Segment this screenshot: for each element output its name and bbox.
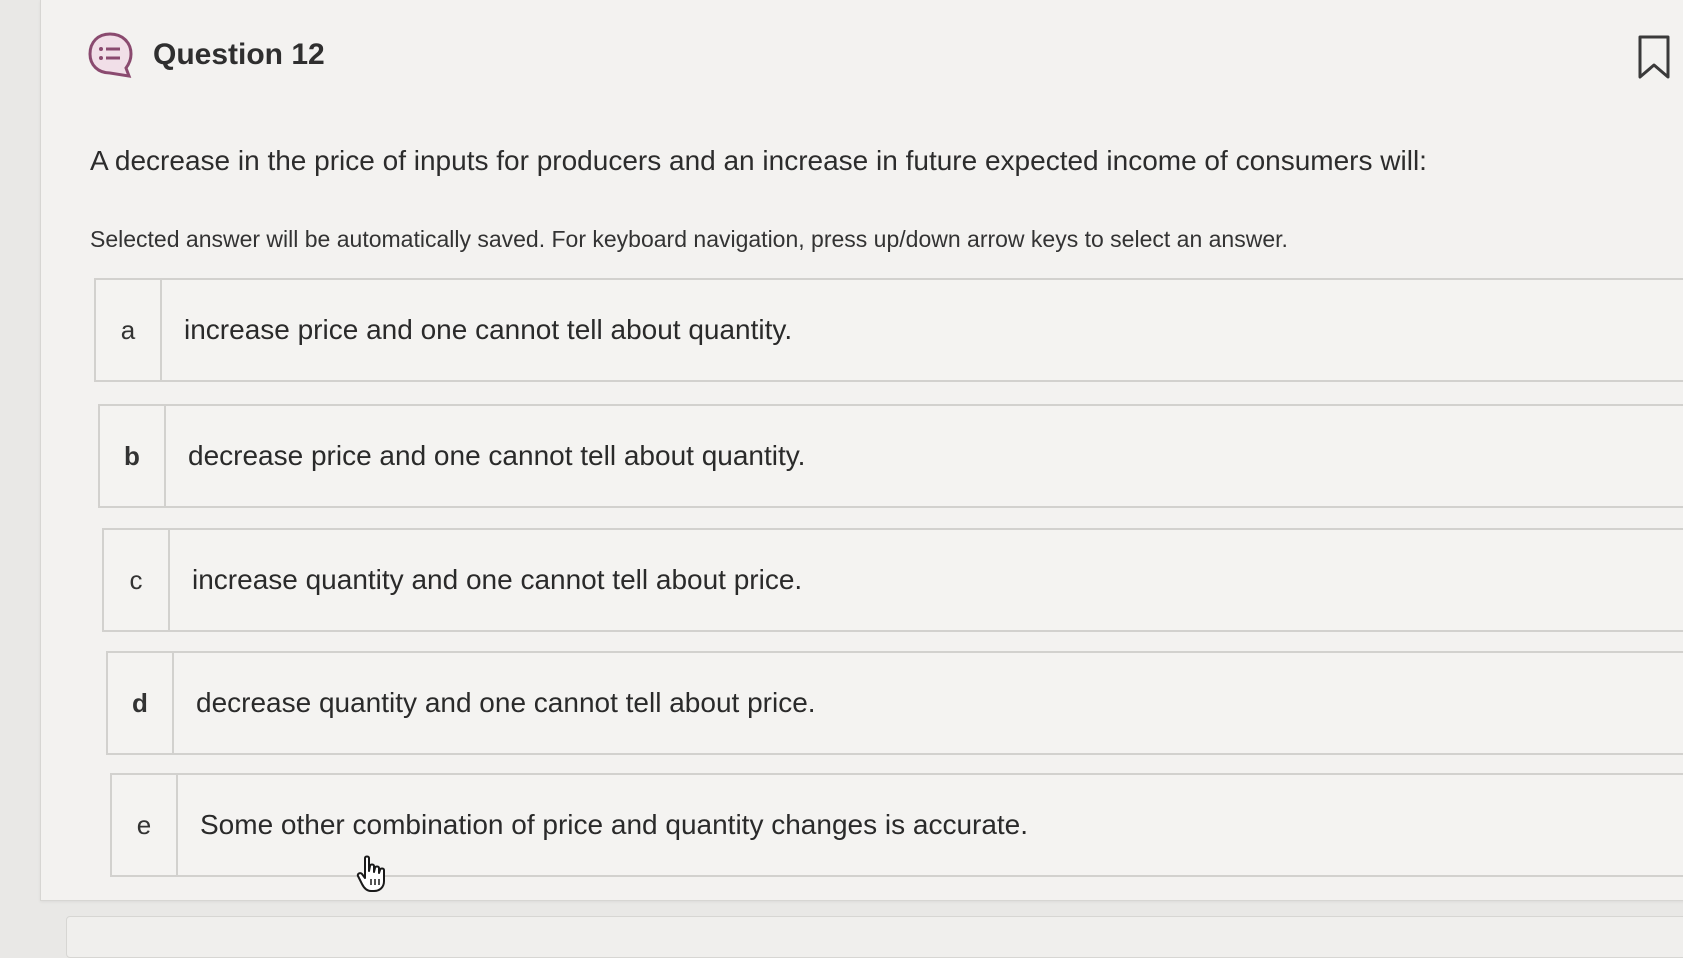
option-text: decrease price and one cannot tell about… (188, 440, 806, 471)
option-text: increase quantity and one cannot tell ab… (192, 564, 803, 595)
option-text: Some other combination of price and quan… (200, 809, 1029, 840)
answer-option-a[interactable]: a increase price and one cannot tell abo… (94, 278, 1683, 382)
option-letter: b (100, 406, 166, 506)
answer-options: a increase price and one cannot tell abo… (0, 0, 1683, 930)
answer-option-b[interactable]: b decrease price and one cannot tell abo… (98, 404, 1683, 508)
option-letter: d (108, 653, 174, 753)
answer-option-c[interactable]: c increase quantity and one cannot tell … (102, 528, 1683, 632)
answer-option-e[interactable]: e Some other combination of price and qu… (110, 773, 1683, 877)
option-letter: a (96, 280, 162, 380)
option-letter: e (112, 775, 178, 875)
option-text: decrease quantity and one cannot tell ab… (196, 687, 816, 718)
hand-pointer-icon (356, 855, 385, 892)
option-text: increase price and one cannot tell about… (184, 314, 793, 345)
option-letter: c (104, 530, 170, 630)
answer-option-d[interactable]: d decrease quantity and one cannot tell … (106, 651, 1683, 755)
